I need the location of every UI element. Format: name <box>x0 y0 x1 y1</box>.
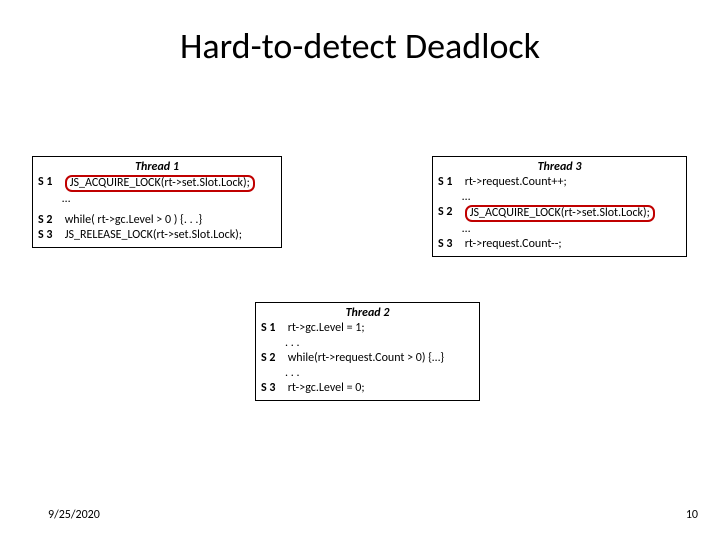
code-text: . . . <box>285 366 300 381</box>
code-text: rt->gc.Level = 1; <box>288 321 365 336</box>
thread1-header: Thread 1 <box>38 160 276 175</box>
thread2-line2: . . . <box>261 336 474 351</box>
thread2-line1: S 1 rt->gc.Level = 1; <box>261 321 474 336</box>
thread2-line5: S 3 rt->gc.Level = 0; <box>261 381 474 396</box>
code-text: while(rt->request.Count > 0) {…} <box>288 351 444 366</box>
line-number: S 3 <box>438 237 462 252</box>
line-number: S 1 <box>261 321 285 336</box>
thread3-line2: … <box>438 190 681 205</box>
code-text: rt->gc.Level = 0; <box>288 381 365 396</box>
line-number: S 3 <box>261 381 285 396</box>
thread3-line1: S 1 rt->request.Count++; <box>438 175 681 190</box>
code-text: . . . <box>285 336 300 351</box>
thread3-line4: … <box>438 222 681 237</box>
thread1-line4: S 3 JS_RELEASE_LOCK(rt->set.Slot.Lock); <box>38 228 276 243</box>
thread3-line5: S 3 rt->request.Count--; <box>438 237 681 252</box>
line-number: S 2 <box>261 351 285 366</box>
thread2-line3: S 2 while(rt->request.Count > 0) {…} <box>261 351 474 366</box>
line-number: S 3 <box>38 228 62 243</box>
thread1-line1: S 1 JS_ACQUIRE_LOCK(rt->set.Slot.Lock); <box>38 175 276 192</box>
code-text: rt->request.Count++; <box>465 175 567 190</box>
thread1-line2: … <box>38 192 276 207</box>
thread1-line3: S 2 while( rt->gc.Level > 0 ) {. . .} <box>38 213 276 228</box>
footer-page-number: 10 <box>686 508 698 522</box>
code-text: … <box>462 190 470 205</box>
highlighted-code: JS_ACQUIRE_LOCK(rt->set.Slot.Lock); <box>65 175 255 192</box>
thread2-box: Thread 2 S 1 rt->gc.Level = 1; . . . S 2… <box>255 302 480 401</box>
line-number: S 1 <box>38 175 62 190</box>
code-text: rt->request.Count--; <box>465 237 562 252</box>
thread2-line4: . . . <box>261 366 474 381</box>
thread3-header: Thread 3 <box>438 160 681 175</box>
highlighted-code: JS_ACQUIRE_LOCK(rt->set.Slot.Lock); <box>465 205 655 222</box>
thread3-line3: S 2 JS_ACQUIRE_LOCK(rt->set.Slot.Lock); <box>438 205 681 222</box>
code-text: … <box>462 222 470 237</box>
line-number: S 2 <box>38 213 62 228</box>
thread2-header: Thread 2 <box>261 306 474 321</box>
line-number: S 1 <box>438 175 462 190</box>
thread3-box: Thread 3 S 1 rt->request.Count++; … S 2 … <box>432 156 687 257</box>
slide-title: Hard-to-detect Deadlock <box>0 24 720 68</box>
footer-date: 9/25/2020 <box>48 508 100 522</box>
code-text: … <box>62 192 70 207</box>
code-text: while( rt->gc.Level > 0 ) {. . .} <box>65 213 202 228</box>
line-number: S 2 <box>438 205 462 220</box>
code-text: JS_RELEASE_LOCK(rt->set.Slot.Lock); <box>65 228 242 243</box>
thread1-box: Thread 1 S 1 JS_ACQUIRE_LOCK(rt->set.Slo… <box>32 156 282 248</box>
